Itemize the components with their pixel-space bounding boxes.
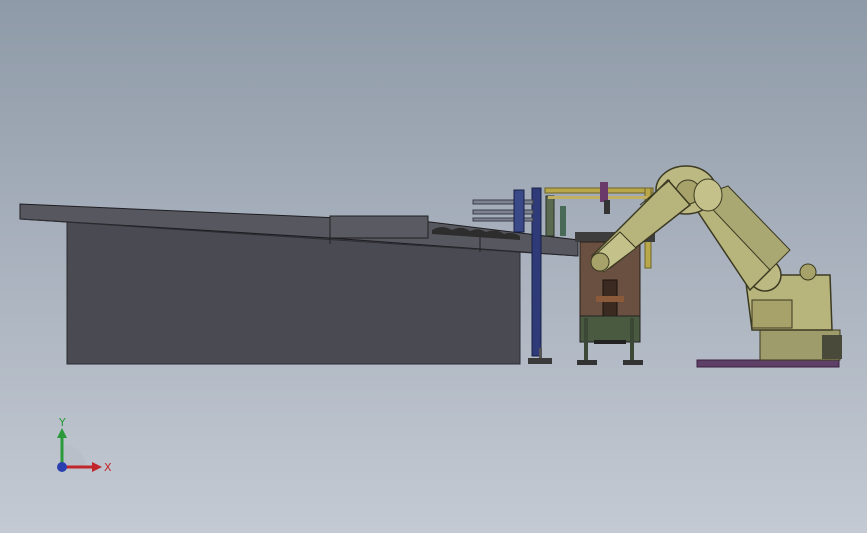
z-axis-origin [57,462,67,472]
inclined-conveyor[interactable] [19,203,579,365]
robot-base-plate [696,359,840,368]
y-axis-arrow [57,428,67,438]
assembly-model[interactable] [0,0,867,533]
x-axis-arrow [92,462,102,472]
y-axis-label: Y [58,416,66,429]
cad-viewport[interactable]: Y X [0,0,867,533]
coordinate-axes-icon[interactable]: Y X [40,410,130,480]
conveyor-cover-box [329,215,429,239]
x-axis-label: X [104,461,112,474]
